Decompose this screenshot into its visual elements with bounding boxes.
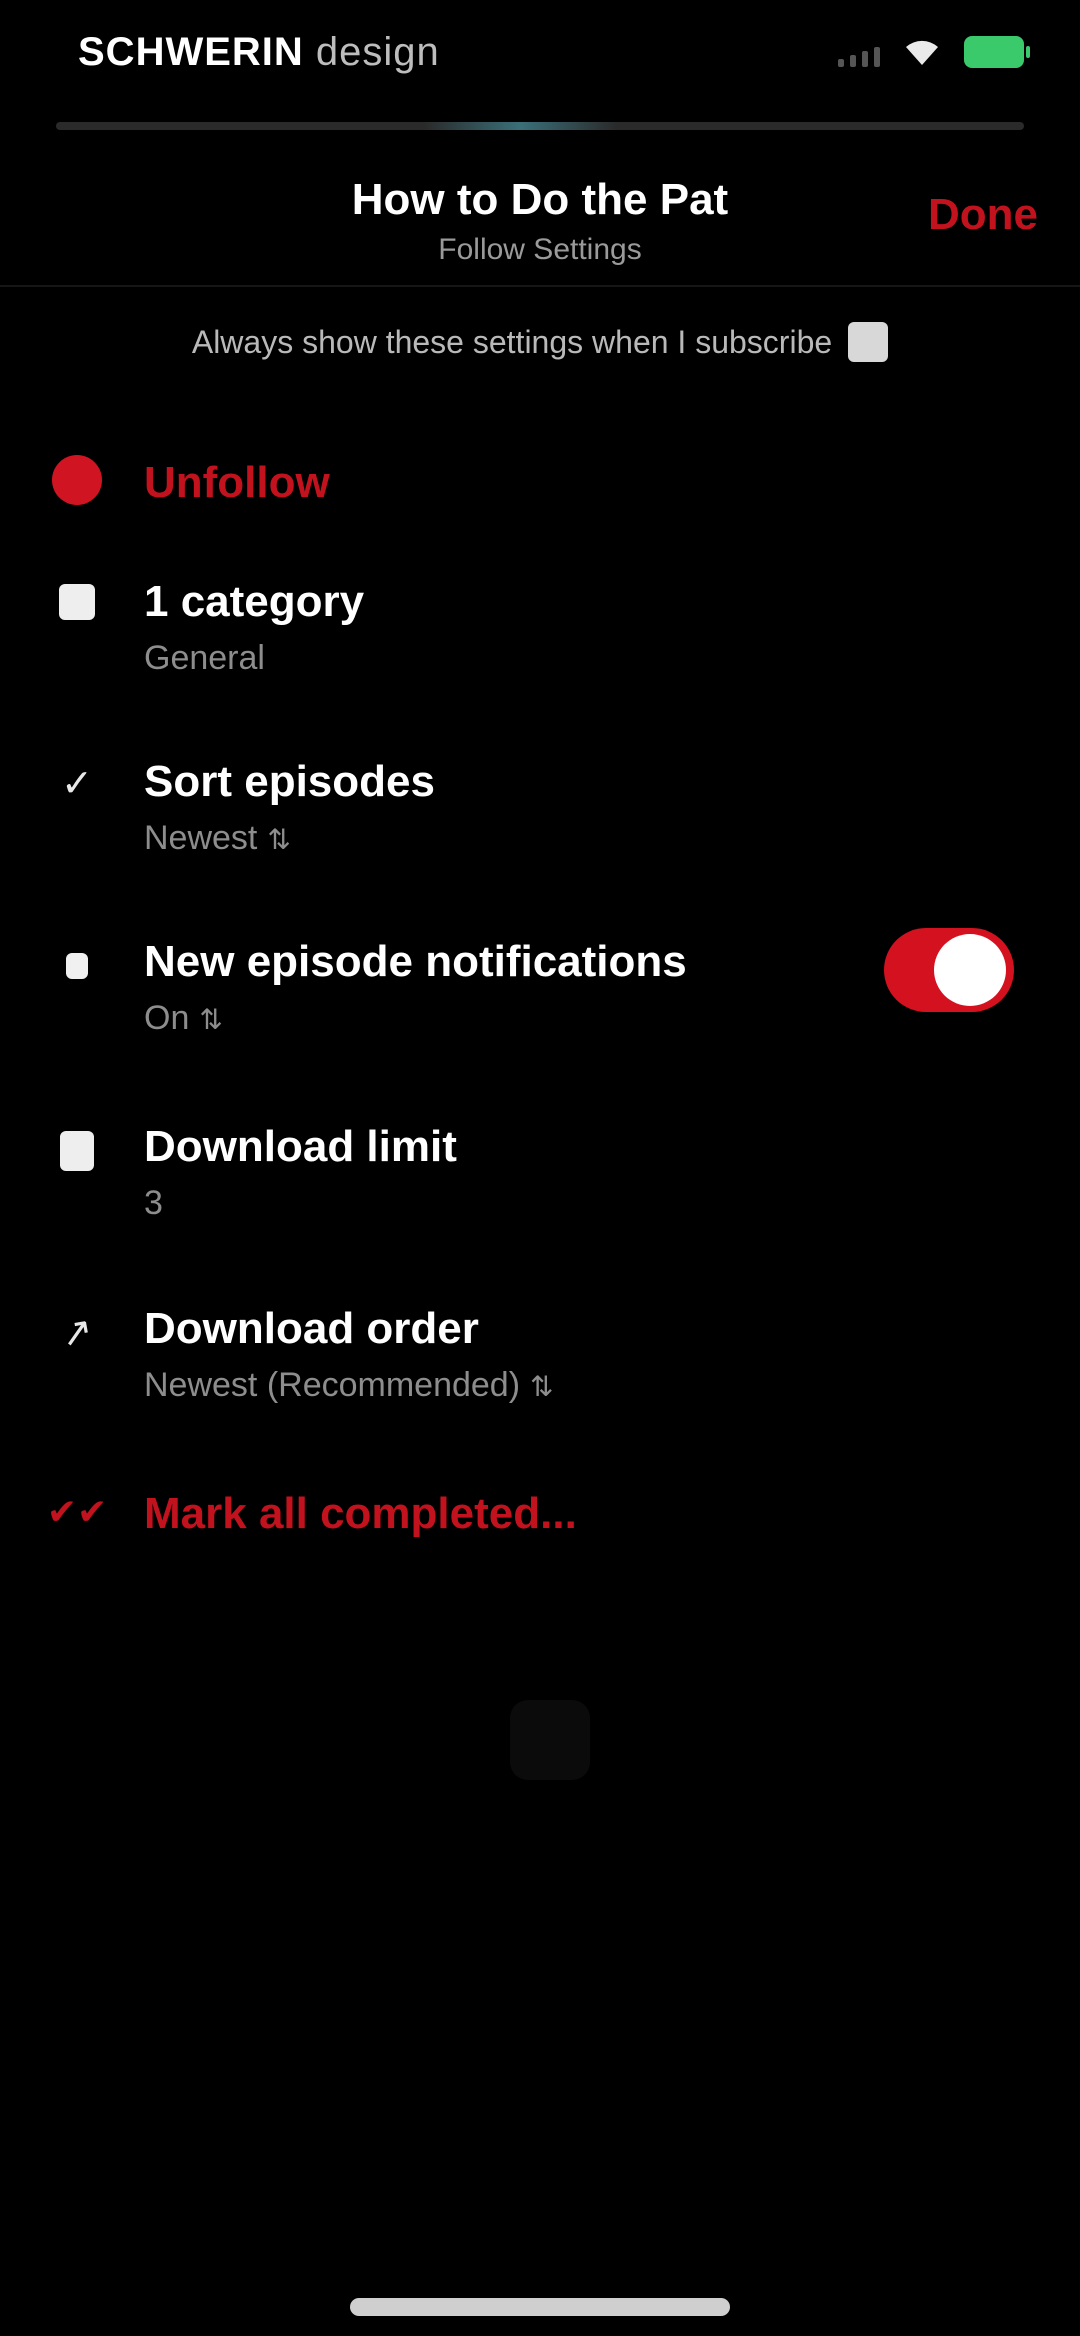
done-button[interactable]: Done	[928, 190, 1038, 240]
download-order-value-text: Newest (Recommended)	[144, 1366, 521, 1404]
carrier-light: design	[303, 30, 440, 74]
header-divider	[0, 285, 1080, 287]
category-value: General	[144, 639, 265, 677]
download-limit-value: 3	[144, 1184, 163, 1222]
download-limit-row[interactable]: Download limit 3	[0, 1120, 1080, 1240]
sort-episodes-value-text: Newest	[144, 819, 258, 857]
progress-bar	[56, 122, 1024, 130]
progress-fill	[423, 122, 618, 130]
download-limit-label: Download limit	[144, 1122, 457, 1171]
notifications-label: New episode notifications	[144, 937, 687, 986]
notifications-toggle[interactable]	[884, 928, 1014, 1012]
notifications-value: On ⇅	[144, 999, 223, 1038]
download-order-icon: ↗	[57, 1309, 97, 1357]
sort-episodes-label: Sort episodes	[144, 757, 435, 806]
chevron-updown-icon: ⇅	[199, 1004, 223, 1035]
unfollow-row[interactable]: Unfollow	[0, 452, 1080, 512]
faint-placeholder	[510, 1700, 590, 1780]
category-label: 1 category	[144, 577, 365, 626]
download-order-value: Newest (Recommended) ⇅	[144, 1366, 554, 1405]
mark-completed-icon: ✔✔	[46, 1491, 108, 1532]
always-show-row[interactable]: Always show these settings when I subscr…	[0, 322, 1080, 362]
carrier-strong: SCHWERIN	[78, 30, 304, 74]
chevron-updown-icon: ⇅	[530, 1371, 554, 1402]
always-show-label: Always show these settings when I subscr…	[191, 323, 833, 360]
sort-icon: ✓	[61, 763, 93, 805]
unfollow-icon	[52, 455, 102, 505]
download-order-label: Download order	[144, 1304, 479, 1353]
page-title: How to Do the Pat	[351, 175, 729, 224]
battery-icon	[964, 36, 1030, 68]
status-icons	[838, 36, 1030, 68]
checkbox-icon[interactable]	[848, 322, 889, 362]
carrier-label: SCHWERIN design	[78, 30, 440, 75]
wifi-icon	[906, 40, 938, 65]
signal-icon	[838, 37, 880, 67]
bell-icon	[52, 941, 102, 991]
home-indicator[interactable]	[350, 2298, 730, 2316]
page-subtitle: Follow Settings	[438, 233, 642, 266]
mark-completed-label: Mark all completed...	[144, 1489, 577, 1538]
header: How to Do the Pat Follow Settings Done	[0, 165, 1080, 285]
mark-completed-row[interactable]: ✔✔ Mark all completed...	[0, 1485, 1080, 1545]
toggle-knob	[934, 934, 1006, 1006]
notifications-value-text: On	[144, 999, 190, 1037]
status-bar: SCHWERIN design	[0, 0, 1080, 110]
category-row[interactable]: 1 category General	[0, 575, 1080, 695]
unfollow-label: Unfollow	[144, 458, 330, 507]
chevron-updown-icon: ⇅	[267, 824, 291, 855]
sort-episodes-row[interactable]: ✓ Sort episodes Newest ⇅	[0, 755, 1080, 875]
sort-episodes-value: Newest ⇅	[144, 819, 291, 858]
download-order-row[interactable]: ↗ Download order Newest (Recommended) ⇅	[0, 1302, 1080, 1422]
category-icon	[52, 577, 102, 627]
download-limit-icon	[52, 1126, 102, 1176]
